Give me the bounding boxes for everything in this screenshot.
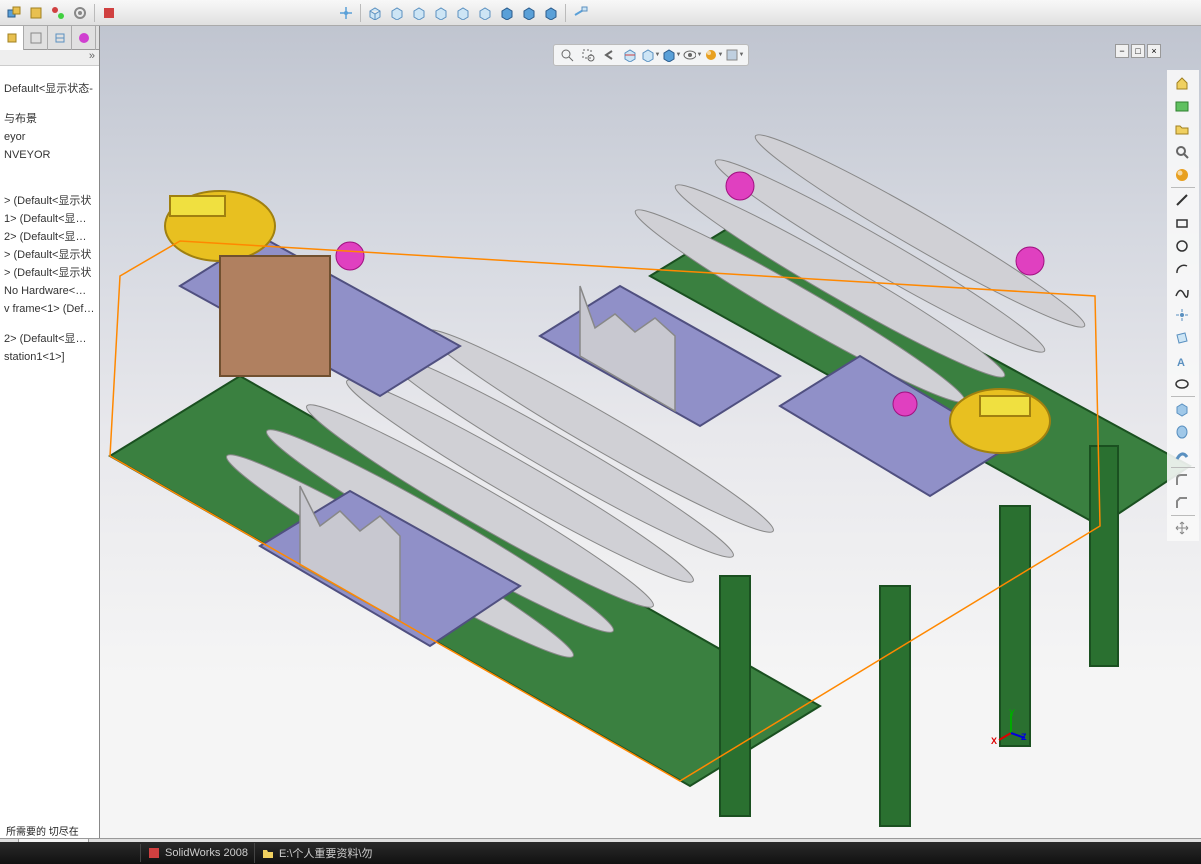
right-toolbar: A <box>1167 70 1199 541</box>
tree-part[interactable]: No Hardware<显示 <box>2 282 97 300</box>
home-icon[interactable] <box>1169 72 1195 94</box>
separator <box>565 4 566 22</box>
tree-nav: » <box>0 50 99 66</box>
extrude-icon[interactable] <box>1169 398 1195 420</box>
trimetric-view-icon[interactable] <box>541 3 561 23</box>
tree-scene[interactable]: 与布景 <box>2 110 97 128</box>
svg-text:A: A <box>1177 357 1185 369</box>
feature-tree-panel: » Default<显示状态- 与布景 eyor NVEYOR > (Defau… <box>0 26 100 838</box>
gear-icon[interactable] <box>70 3 90 23</box>
sweep-icon[interactable] <box>1169 444 1195 466</box>
assembly-icon[interactable] <box>4 3 24 23</box>
search-icon[interactable] <box>1169 141 1195 163</box>
fillet-icon[interactable] <box>1169 469 1195 491</box>
x-axis-label: X <box>991 736 997 746</box>
arc-tool-icon[interactable] <box>1169 258 1195 280</box>
top-view-icon[interactable] <box>453 3 473 23</box>
y-axis-label: Y <box>1009 708 1015 718</box>
tree-part[interactable]: v frame<1> (Defau <box>2 300 97 318</box>
chamfer-icon[interactable] <box>1169 492 1195 514</box>
feature-tree-tab[interactable] <box>0 26 24 50</box>
view-toolbar <box>332 0 612 26</box>
config-tab[interactable] <box>48 26 72 50</box>
separator <box>1171 467 1195 468</box>
ellipse-tool-icon[interactable] <box>1169 373 1195 395</box>
taskbar: SolidWorks 2008 E:\个人重要资料\勿 <box>0 842 1201 864</box>
iso-view-icon[interactable] <box>497 3 517 23</box>
tree-item[interactable]: eyor <box>2 128 97 146</box>
bottom-view-icon[interactable] <box>475 3 495 23</box>
tree-config[interactable]: Default<显示状态- <box>2 80 97 98</box>
cad-model-scene <box>100 26 1201 838</box>
separator <box>360 4 361 22</box>
dimetric-view-icon[interactable] <box>519 3 539 23</box>
separator <box>1171 396 1195 397</box>
rectangle-tool-icon[interactable] <box>1169 212 1195 234</box>
plane-tool-icon[interactable] <box>1169 327 1195 349</box>
separator <box>1171 187 1195 188</box>
nav-overflow-icon[interactable]: » <box>89 50 95 65</box>
taskbar-folder[interactable]: E:\个人重要资料\勿 <box>254 843 379 863</box>
left-view-icon[interactable] <box>409 3 429 23</box>
tree-item[interactable]: NVEYOR <box>2 146 97 164</box>
display-tab[interactable] <box>72 26 96 50</box>
back-view-icon[interactable] <box>387 3 407 23</box>
separator <box>94 4 95 22</box>
z-axis-label: Z <box>1021 732 1027 742</box>
taskbar-app-solidworks[interactable]: SolidWorks 2008 <box>140 844 254 862</box>
spline-tool-icon[interactable] <box>1169 281 1195 303</box>
3d-viewport[interactable]: ▼ ▼ ▼ ▼ ▼ − □ × <box>100 26 1201 838</box>
solidworks-icon <box>147 846 161 860</box>
tree-part[interactable]: > (Default<显示状 <box>2 192 97 210</box>
tree-part[interactable]: station1<1>] <box>2 348 97 366</box>
right-view-icon[interactable] <box>431 3 451 23</box>
taskbar-app-label: SolidWorks 2008 <box>165 847 248 859</box>
tree-part[interactable]: > (Default<显示状 <box>2 264 97 282</box>
tree-part[interactable]: > (Default<显示状 <box>2 246 97 264</box>
orbit-icon[interactable] <box>336 3 356 23</box>
tree-part[interactable]: 1> (Default<显示状 <box>2 210 97 228</box>
normal-to-icon[interactable] <box>570 3 590 23</box>
move-icon[interactable] <box>1169 517 1195 539</box>
circle-tool-icon[interactable] <box>1169 235 1195 257</box>
separator <box>1171 515 1195 516</box>
tree-part[interactable]: 2> (Default<显示状 <box>2 228 97 246</box>
point-tool-icon[interactable] <box>1169 304 1195 326</box>
feature-tree: Default<显示状态- 与布景 eyor NVEYOR > (Default… <box>0 66 99 368</box>
part-icon[interactable] <box>26 3 46 23</box>
folder-icon <box>261 846 275 860</box>
stop-icon[interactable] <box>99 3 119 23</box>
front-view-icon[interactable] <box>365 3 385 23</box>
appearance-ball-icon[interactable] <box>1169 164 1195 186</box>
explode-icon[interactable] <box>48 3 68 23</box>
status-text: 所需要的 切尽在 <box>6 823 79 838</box>
text-tool-icon[interactable]: A <box>1169 350 1195 372</box>
feature-tabs <box>0 26 99 50</box>
orientation-triad[interactable]: X Y Z <box>991 708 1031 748</box>
revolve-icon[interactable] <box>1169 421 1195 443</box>
library-icon[interactable] <box>1169 95 1195 117</box>
line-tool-icon[interactable] <box>1169 189 1195 211</box>
property-tab[interactable] <box>24 26 48 50</box>
tree-part[interactable]: 2> (Default<显示状 <box>2 330 97 348</box>
folder-icon[interactable] <box>1169 118 1195 140</box>
taskbar-folder-label: E:\个人重要资料\勿 <box>279 845 373 861</box>
